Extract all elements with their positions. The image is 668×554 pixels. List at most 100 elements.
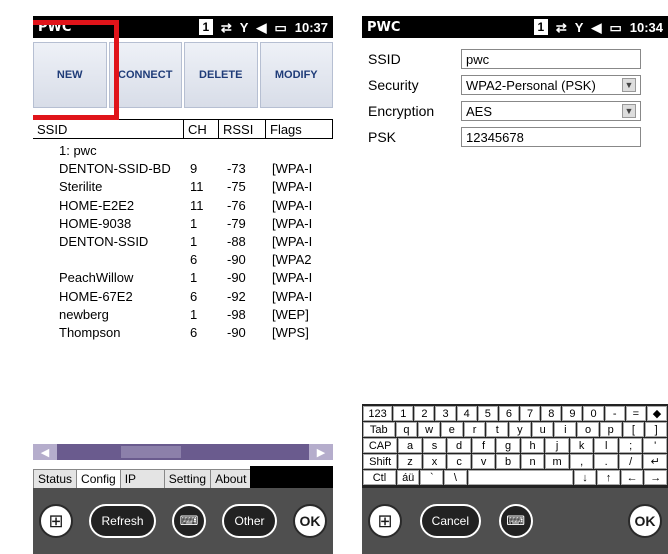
col-ch[interactable]: CH <box>184 120 219 138</box>
key[interactable]: v <box>471 454 496 469</box>
key[interactable]: k <box>569 438 594 453</box>
key[interactable]: Shift <box>363 454 398 469</box>
key[interactable]: 3 <box>435 406 456 421</box>
chevron-down-icon[interactable]: ▼ <box>622 104 636 118</box>
keyboard-icon[interactable]: ⌨ <box>172 504 206 538</box>
scroll-left-icon[interactable]: ◀ <box>33 444 57 460</box>
key[interactable]: 2 <box>414 406 435 421</box>
encryption-select[interactable]: AES ▼ <box>461 101 641 121</box>
list-item[interactable]: HOME-67E2 6 -92 [WPA-I <box>33 289 333 307</box>
key[interactable]: z <box>398 454 422 469</box>
key[interactable]: o <box>577 422 599 437</box>
key[interactable]: ↑ <box>597 470 620 485</box>
list-item[interactable]: 6 -90 [WPA2 <box>33 252 333 270</box>
list-item[interactable]: Sterilite 11 -75 [WPA-I <box>33 179 333 197</box>
windows-icon[interactable]: ⊞ <box>39 504 73 538</box>
key[interactable]: 8 <box>541 406 562 421</box>
key[interactable]: 1 <box>393 406 414 421</box>
key[interactable]: l <box>594 438 618 453</box>
key[interactable]: x <box>422 454 447 469</box>
key[interactable]: [ <box>622 422 645 437</box>
refresh-button[interactable]: Refresh <box>89 504 156 538</box>
psk-field[interactable]: 12345678 <box>461 127 641 147</box>
key[interactable]: s <box>422 438 447 453</box>
key[interactable]: f <box>471 438 496 453</box>
col-ssid[interactable]: SSID <box>33 120 184 138</box>
security-select[interactable]: WPA2-Personal (PSK) ▼ <box>461 75 641 95</box>
windows-icon[interactable]: ⊞ <box>368 504 402 538</box>
key[interactable]: 6 <box>498 406 520 421</box>
key[interactable]: , <box>569 454 594 469</box>
tab-config[interactable]: Config <box>76 469 121 488</box>
key[interactable]: áü <box>396 470 420 485</box>
other-button[interactable]: Other <box>222 504 277 538</box>
key[interactable]: 9 <box>562 406 583 421</box>
key[interactable]: 7 <box>520 406 541 421</box>
key[interactable]: - <box>604 406 625 421</box>
key[interactable]: u <box>531 422 554 437</box>
new-button[interactable]: NEW <box>33 42 107 108</box>
key[interactable]: r <box>463 422 486 437</box>
key[interactable]: t <box>486 422 509 437</box>
list-item[interactable]: DENTON-SSID 1 -88 [WPA-I <box>33 234 333 252</box>
key[interactable]: g <box>496 438 520 453</box>
tab-status[interactable]: Status <box>33 469 78 488</box>
cancel-button[interactable]: Cancel <box>419 504 482 538</box>
key[interactable]: a <box>398 438 422 453</box>
key[interactable]: = <box>625 406 646 421</box>
ok-button[interactable]: OK <box>627 504 662 538</box>
key[interactable]: ↵ <box>643 454 667 469</box>
scroll-thumb[interactable] <box>121 446 181 458</box>
key[interactable]: c <box>447 454 471 469</box>
col-flags[interactable]: Flags <box>266 120 333 138</box>
key[interactable]: j <box>545 438 569 453</box>
list-item[interactable]: HOME-E2E2 11 -76 [WPA-I <box>33 198 333 216</box>
key[interactable]: m <box>545 454 569 469</box>
key[interactable]: 5 <box>477 406 498 421</box>
tab-about[interactable]: About <box>210 469 252 488</box>
list-item[interactable]: DENTON-SSID-BD 9 -73 [WPA-I <box>33 161 333 179</box>
key[interactable]: ↓ <box>573 470 597 485</box>
key[interactable]: \ <box>444 470 467 485</box>
key[interactable]: Tab <box>363 422 395 437</box>
key[interactable]: n <box>520 454 545 469</box>
key[interactable]: CAP <box>363 438 398 453</box>
key[interactable]: h <box>520 438 545 453</box>
list-item[interactable]: PeachWillow 1 -90 [WPA-I <box>33 270 333 288</box>
key[interactable]: ; <box>618 438 643 453</box>
list-item[interactable]: newberg 1 -98 [WEP] <box>33 307 333 325</box>
key[interactable]: / <box>618 454 643 469</box>
key[interactable]: 123 <box>363 406 393 421</box>
key[interactable]: b <box>496 454 520 469</box>
modify-button[interactable]: MODIFY <box>259 42 333 108</box>
key[interactable]: ' <box>643 438 667 453</box>
key[interactable]: ◆ <box>646 406 668 421</box>
tab-setting[interactable]: Setting <box>163 469 212 488</box>
keyboard-icon[interactable]: ⌨ <box>498 504 533 538</box>
ssid-field[interactable]: pwc <box>461 49 641 69</box>
key[interactable]: . <box>594 454 618 469</box>
key[interactable]: d <box>447 438 471 453</box>
key[interactable]: 0 <box>583 406 604 421</box>
key[interactable]: y <box>509 422 531 437</box>
key[interactable]: e <box>440 422 463 437</box>
key[interactable]: p <box>599 422 622 437</box>
connect-button[interactable]: CONNECT <box>108 42 182 108</box>
scroll-right-icon[interactable]: ▶ <box>309 444 333 460</box>
key[interactable]: 4 <box>456 406 477 421</box>
tab-ip[interactable]: IP <box>119 469 165 488</box>
key[interactable]: Ctl <box>363 470 396 485</box>
col-rssi[interactable]: RSSI <box>219 120 266 138</box>
key[interactable] <box>467 470 573 485</box>
key[interactable]: ← <box>620 470 644 485</box>
key[interactable]: ` <box>420 470 444 485</box>
ok-button[interactable]: OK <box>292 504 327 538</box>
key[interactable]: w <box>418 422 440 437</box>
key[interactable]: i <box>554 422 577 437</box>
key[interactable]: → <box>644 470 668 485</box>
list-item[interactable]: HOME-9038 1 -79 [WPA-I <box>33 216 333 234</box>
key[interactable]: q <box>395 422 418 437</box>
chevron-down-icon[interactable]: ▼ <box>622 78 636 92</box>
list-item[interactable]: 1: pwc <box>33 143 333 161</box>
key[interactable]: ] <box>645 422 667 437</box>
